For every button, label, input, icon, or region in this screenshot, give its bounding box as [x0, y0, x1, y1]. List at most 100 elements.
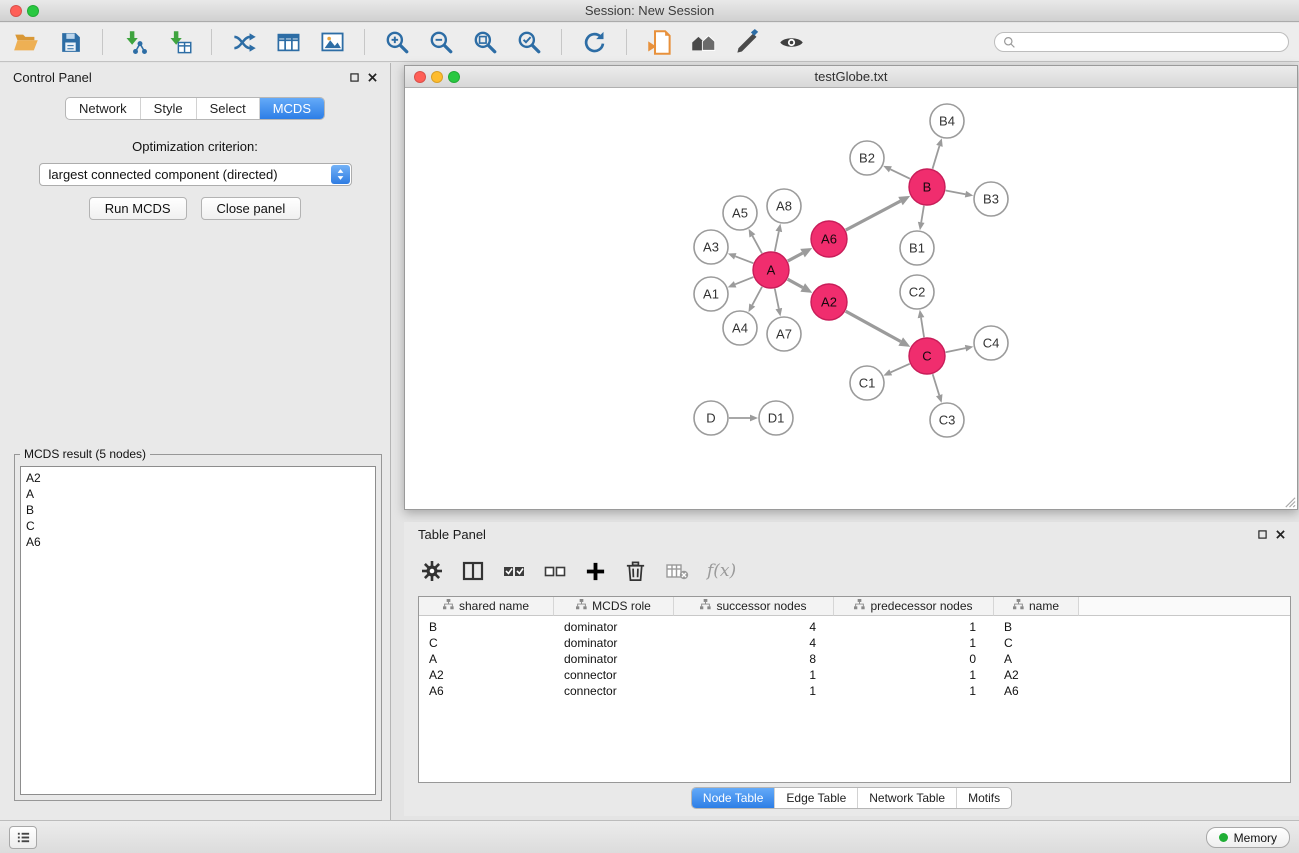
- export-image-icon[interactable]: [316, 26, 348, 58]
- graph-node-C1[interactable]: C1: [850, 366, 884, 400]
- tab-mcds[interactable]: MCDS: [259, 98, 324, 119]
- zoom-selected-icon[interactable]: [513, 26, 545, 58]
- delete-row-icon[interactable]: [624, 560, 647, 583]
- style-check-icon[interactable]: [731, 26, 763, 58]
- graph-edge-A2-C[interactable]: [846, 311, 901, 341]
- graph-node-D[interactable]: D: [694, 401, 728, 435]
- mcds-result-list[interactable]: A2ABCA6: [20, 466, 376, 795]
- function-builder-icon[interactable]: f(x): [707, 561, 736, 581]
- mcds-result-item[interactable]: A6: [26, 534, 370, 550]
- resize-grip-icon[interactable]: [1283, 495, 1296, 508]
- column-header-name[interactable]: name: [994, 597, 1079, 616]
- task-history-button[interactable]: [9, 826, 37, 849]
- graph-edge-A6-B[interactable]: [846, 201, 901, 230]
- graph-edge-C-C1[interactable]: [891, 364, 910, 373]
- add-row-icon[interactable]: [584, 560, 607, 583]
- show-graphics-icon[interactable]: [775, 26, 807, 58]
- table-row[interactable]: A6connector11A6: [419, 683, 1290, 699]
- column-header-predecessor-nodes[interactable]: predecessor nodes: [834, 597, 994, 616]
- graph-edge-C-C3[interactable]: [933, 374, 940, 395]
- graph-edge-A-A2[interactable]: [788, 279, 803, 287]
- graph-node-D1[interactable]: D1: [759, 401, 793, 435]
- close-table-panel-icon[interactable]: [1276, 530, 1285, 539]
- graph-edge-A-A5[interactable]: [752, 236, 762, 253]
- run-mcds-button[interactable]: Run MCDS: [89, 197, 187, 220]
- graph-edge-A-A4[interactable]: [752, 287, 762, 305]
- graph-node-B3[interactable]: B3: [974, 182, 1008, 216]
- close-panel-button[interactable]: Close panel: [201, 197, 302, 220]
- graph-node-A3[interactable]: A3: [694, 230, 728, 264]
- graph-edge-B-B1[interactable]: [921, 206, 924, 223]
- graph-edge-B-B2[interactable]: [890, 169, 909, 178]
- graph-edge-C-C2[interactable]: [921, 318, 924, 338]
- optimization-dropdown[interactable]: largest connected component (directed): [39, 163, 352, 186]
- graph-node-C[interactable]: C: [909, 338, 945, 374]
- float-panel-icon[interactable]: [350, 73, 359, 82]
- zoom-out-icon[interactable]: [425, 26, 457, 58]
- table-row[interactable]: Adominator80A: [419, 651, 1290, 667]
- graph-edge-C-C4[interactable]: [946, 348, 966, 352]
- column-layout-icon[interactable]: [461, 559, 485, 583]
- graph-node-A4[interactable]: A4: [723, 311, 757, 345]
- table-row[interactable]: Cdominator41C: [419, 635, 1290, 651]
- graph-node-A8[interactable]: A8: [767, 189, 801, 223]
- table-row[interactable]: A2connector11A2: [419, 667, 1290, 683]
- memory-button[interactable]: Memory: [1206, 827, 1290, 848]
- network-graph[interactable]: B4B2BB3A5A8A6A3B1AC2A1A2A4A7C4CC1DD1C3: [405, 89, 1297, 509]
- tab-node-table[interactable]: Node Table: [692, 788, 775, 808]
- refresh-network-icon[interactable]: [578, 26, 610, 58]
- float-table-panel-icon[interactable]: [1258, 530, 1267, 539]
- graph-edge-A-A6[interactable]: [788, 253, 803, 261]
- graph-node-C3[interactable]: C3: [930, 403, 964, 437]
- close-panel-icon[interactable]: [368, 73, 377, 82]
- graph-edge-A-A3[interactable]: [735, 256, 753, 263]
- new-table-icon[interactable]: [272, 26, 304, 58]
- search-input[interactable]: [1021, 35, 1280, 49]
- graph-node-A7[interactable]: A7: [767, 317, 801, 351]
- graph-node-C2[interactable]: C2: [900, 275, 934, 309]
- mcds-result-item[interactable]: B: [26, 502, 370, 518]
- tab-style[interactable]: Style: [140, 98, 196, 119]
- tab-motifs[interactable]: Motifs: [956, 788, 1011, 808]
- graph-node-A[interactable]: A: [753, 252, 789, 288]
- graph-node-B1[interactable]: B1: [900, 231, 934, 265]
- import-network-icon[interactable]: [119, 26, 151, 58]
- open-file-icon[interactable]: [643, 26, 675, 58]
- tab-network-table[interactable]: Network Table: [857, 788, 956, 808]
- import-table-icon[interactable]: [163, 26, 195, 58]
- graph-edge-A-A1[interactable]: [735, 277, 753, 284]
- search-field[interactable]: [994, 32, 1289, 52]
- open-session-icon[interactable]: [10, 26, 42, 58]
- graph-node-A6[interactable]: A6: [811, 221, 847, 257]
- graph-node-B[interactable]: B: [909, 169, 945, 205]
- table-settings-icon[interactable]: [420, 559, 444, 583]
- graph-node-C4[interactable]: C4: [974, 326, 1008, 360]
- tab-network[interactable]: Network: [66, 98, 140, 119]
- graph-node-A2[interactable]: A2: [811, 284, 847, 320]
- home-view-icon[interactable]: [687, 26, 719, 58]
- graph-edge-A-A7[interactable]: [775, 289, 779, 309]
- select-all-icon[interactable]: [502, 559, 526, 583]
- zoom-in-icon[interactable]: [381, 26, 413, 58]
- new-network-icon[interactable]: [228, 26, 260, 58]
- deselect-all-icon[interactable]: [543, 559, 567, 583]
- graph-node-B4[interactable]: B4: [930, 104, 964, 138]
- graph-node-A1[interactable]: A1: [694, 277, 728, 311]
- tab-edge-table[interactable]: Edge Table: [774, 788, 857, 808]
- table-row[interactable]: Bdominator41B: [419, 619, 1290, 635]
- graph-edge-B-B3[interactable]: [946, 191, 966, 195]
- zoom-fit-icon[interactable]: [469, 26, 501, 58]
- mcds-result-item[interactable]: A2: [26, 470, 370, 486]
- tab-select[interactable]: Select: [196, 98, 259, 119]
- graph-edge-B-B4[interactable]: [933, 146, 940, 169]
- graph-node-A5[interactable]: A5: [723, 196, 757, 230]
- save-session-icon[interactable]: [54, 26, 86, 58]
- mcds-result-item[interactable]: C: [26, 518, 370, 534]
- delete-table-icon[interactable]: [664, 559, 690, 583]
- mcds-result-item[interactable]: A: [26, 486, 370, 502]
- network-window-titlebar[interactable]: testGlobe.txt: [405, 66, 1297, 88]
- column-header-shared-name[interactable]: shared name: [419, 597, 554, 616]
- column-header-successor-nodes[interactable]: successor nodes: [674, 597, 834, 616]
- column-header-mcds-role[interactable]: MCDS role: [554, 597, 674, 616]
- graph-edge-A-A8[interactable]: [775, 231, 779, 251]
